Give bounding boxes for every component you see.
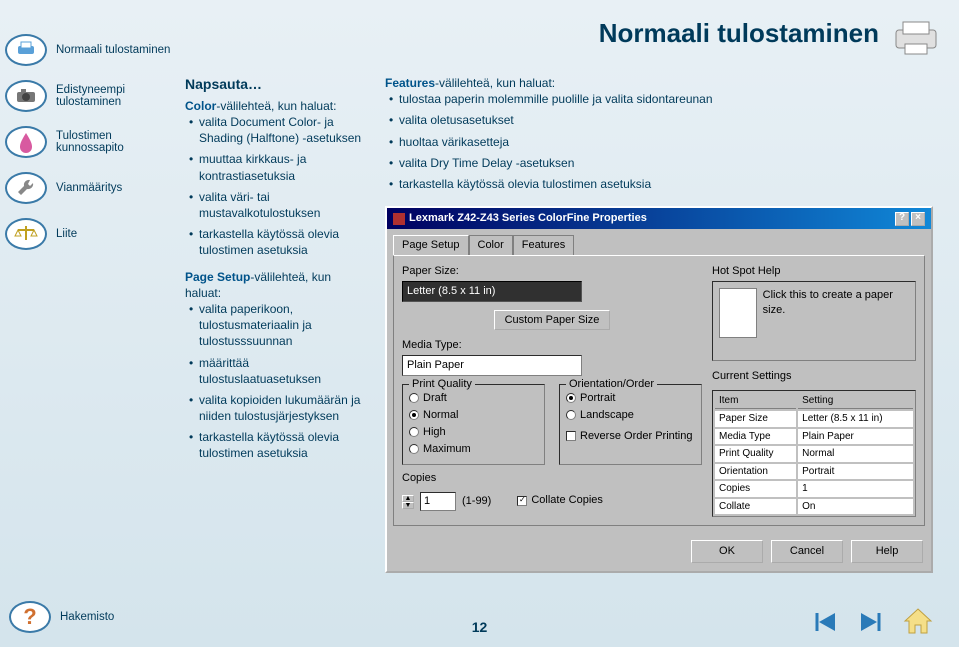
- copies-range: (1-99): [462, 494, 491, 509]
- table-row: Media TypePlain Paper: [715, 429, 913, 445]
- list-item: tarkastella käytössä olevia tulostimen a…: [389, 176, 940, 192]
- napsauta-heading: Napsauta…: [185, 75, 370, 94]
- orientation-label: Orientation/Order: [566, 377, 657, 392]
- nav-kunnossapito[interactable]: Tulostimen kunnossapito: [0, 122, 180, 162]
- table-row: OrientationPortrait: [715, 464, 913, 480]
- nav-label: Vianmääritys: [56, 182, 122, 194]
- page-number: 12: [472, 619, 488, 635]
- list-item: valita kopioiden lukumäärän ja niiden tu…: [189, 392, 370, 424]
- media-type-select[interactable]: Plain Paper: [402, 355, 582, 376]
- features-subheading: Features-välilehteä, kun haluat:: [385, 75, 940, 91]
- hotspot-label: Hot Spot Help: [712, 264, 916, 279]
- copies-input[interactable]: 1: [420, 492, 456, 511]
- list-item: valita paperikoon, tulostusmateriaalin j…: [189, 301, 370, 350]
- copies-label: Copies: [402, 471, 702, 486]
- help-button[interactable]: ?: [895, 212, 909, 226]
- ok-button[interactable]: OK: [691, 540, 763, 563]
- orientation-portrait[interactable]: Portrait: [566, 391, 695, 406]
- dialog-tabs: Page Setup Color Features: [393, 235, 931, 255]
- bottom-nav: [813, 607, 935, 637]
- list-item: tarkastella käytössä olevia tulostimen a…: [189, 429, 370, 461]
- table-row: Print QualityNormal: [715, 446, 913, 462]
- left-column: Napsauta… Color-välilehteä, kun haluat: …: [185, 75, 370, 573]
- camera-icon: [5, 80, 47, 112]
- right-column: Features-välilehteä, kun haluat: tulosta…: [385, 75, 940, 573]
- printer-icon: [5, 34, 47, 66]
- list-item: muuttaa kirkkaus- ja kontrastiasetuksia: [189, 151, 370, 183]
- help-button[interactable]: Help: [851, 540, 923, 563]
- properties-dialog: Lexmark Z42-Z43 Series ColorFine Propert…: [385, 206, 933, 573]
- nav-label: Tulostimen kunnossapito: [56, 130, 180, 154]
- tab-page-setup[interactable]: Page Setup: [393, 235, 469, 255]
- color-subheading: Color-välilehteä, kun haluat:: [185, 98, 370, 114]
- list-item: valita väri- tai mustavalkotulostuksen: [189, 189, 370, 221]
- hakemisto-label: Hakemisto: [60, 611, 114, 623]
- paper-preview-icon: [719, 288, 757, 338]
- settings-table: Item Setting Paper SizeLetter (8.5 x 11 …: [712, 390, 916, 518]
- list-item: tarkastella käytössä olevia tulostimen a…: [189, 226, 370, 258]
- custom-paper-button[interactable]: Custom Paper Size: [494, 310, 611, 331]
- settings-header-setting: Setting: [798, 393, 913, 410]
- media-type-label: Media Type:: [402, 338, 702, 353]
- copies-stepper[interactable]: ▲▼: [402, 495, 414, 509]
- list-item: valita Document Color- ja Shading (Halft…: [189, 114, 370, 146]
- table-row: Paper SizeLetter (8.5 x 11 in): [715, 411, 913, 427]
- collate-check[interactable]: ✓Collate Copies: [517, 493, 603, 508]
- list-item: määrittää tulostuslaatuasetuksen: [189, 355, 370, 387]
- nav-vianmaaritys[interactable]: Vianmääritys: [0, 168, 180, 208]
- orientation-landscape[interactable]: Landscape: [566, 408, 695, 423]
- current-settings-label: Current Settings: [712, 369, 916, 384]
- list-item: tulostaa paperin molemmille puolille ja …: [389, 91, 940, 107]
- ink-icon: [5, 126, 47, 158]
- printer-illustration: [891, 18, 941, 63]
- pagesetup-subheading: Page Setup-välilehteä, kun haluat:: [185, 269, 370, 301]
- hotspot-area: Click this to create a paper size.: [712, 281, 916, 361]
- prev-page-icon[interactable]: [813, 611, 839, 633]
- nav-liite[interactable]: Liite: [0, 214, 180, 254]
- dialog-titlebar[interactable]: Lexmark Z42-Z43 Series ColorFine Propert…: [387, 208, 931, 229]
- list-item: huoltaa värikasetteja: [389, 134, 940, 150]
- quality-maximum[interactable]: Maximum: [409, 442, 538, 457]
- cancel-button[interactable]: Cancel: [771, 540, 843, 563]
- features-bullets: tulostaa paperin molemmille puolille ja …: [385, 91, 940, 192]
- nav-label: Liite: [56, 228, 77, 240]
- paper-size-label: Paper Size:: [402, 264, 702, 279]
- table-row: Copies1: [715, 481, 913, 497]
- nav-label: Edistyneempi tulostaminen: [56, 84, 180, 108]
- close-button[interactable]: ×: [911, 212, 925, 226]
- wrench-icon: [5, 172, 47, 204]
- app-icon: [393, 213, 405, 225]
- quality-high[interactable]: High: [409, 425, 538, 440]
- list-item: valita oletusasetukset: [389, 112, 940, 128]
- page-title: Normaali tulostaminen: [599, 18, 879, 49]
- settings-header-item: Item: [715, 393, 796, 410]
- tab-features[interactable]: Features: [513, 235, 574, 255]
- sidebar: Normaali tulostaminen Edistyneempi tulos…: [0, 0, 180, 254]
- scales-icon: [5, 218, 47, 250]
- next-page-icon[interactable]: [857, 611, 883, 633]
- nav-edistyneempi[interactable]: Edistyneempi tulostaminen: [0, 76, 180, 116]
- nav-hakemisto[interactable]: ? Hakemisto: [6, 597, 114, 637]
- table-row: CollateOn: [715, 499, 913, 515]
- home-icon[interactable]: [901, 607, 935, 637]
- paper-size-select[interactable]: Letter (8.5 x 11 in): [402, 281, 582, 302]
- quality-draft[interactable]: Draft: [409, 391, 538, 406]
- hotspot-text: Click this to create a paper size.: [763, 288, 909, 338]
- pagesetup-bullets: valita paperikoon, tulostusmateriaalin j…: [185, 301, 370, 462]
- print-quality-label: Print Quality: [409, 377, 475, 392]
- question-icon: ?: [9, 601, 51, 633]
- nav-normaali[interactable]: Normaali tulostaminen: [0, 30, 180, 70]
- tab-color[interactable]: Color: [469, 235, 513, 255]
- dialog-title: Lexmark Z42-Z43 Series ColorFine Propert…: [409, 211, 895, 226]
- nav-label: Normaali tulostaminen: [56, 44, 170, 56]
- quality-normal[interactable]: Normal: [409, 408, 538, 423]
- color-bullets: valita Document Color- ja Shading (Halft…: [185, 114, 370, 259]
- list-item: valita Dry Time Delay -asetuksen: [389, 155, 940, 171]
- reverse-order-check[interactable]: Reverse Order Printing: [566, 429, 695, 444]
